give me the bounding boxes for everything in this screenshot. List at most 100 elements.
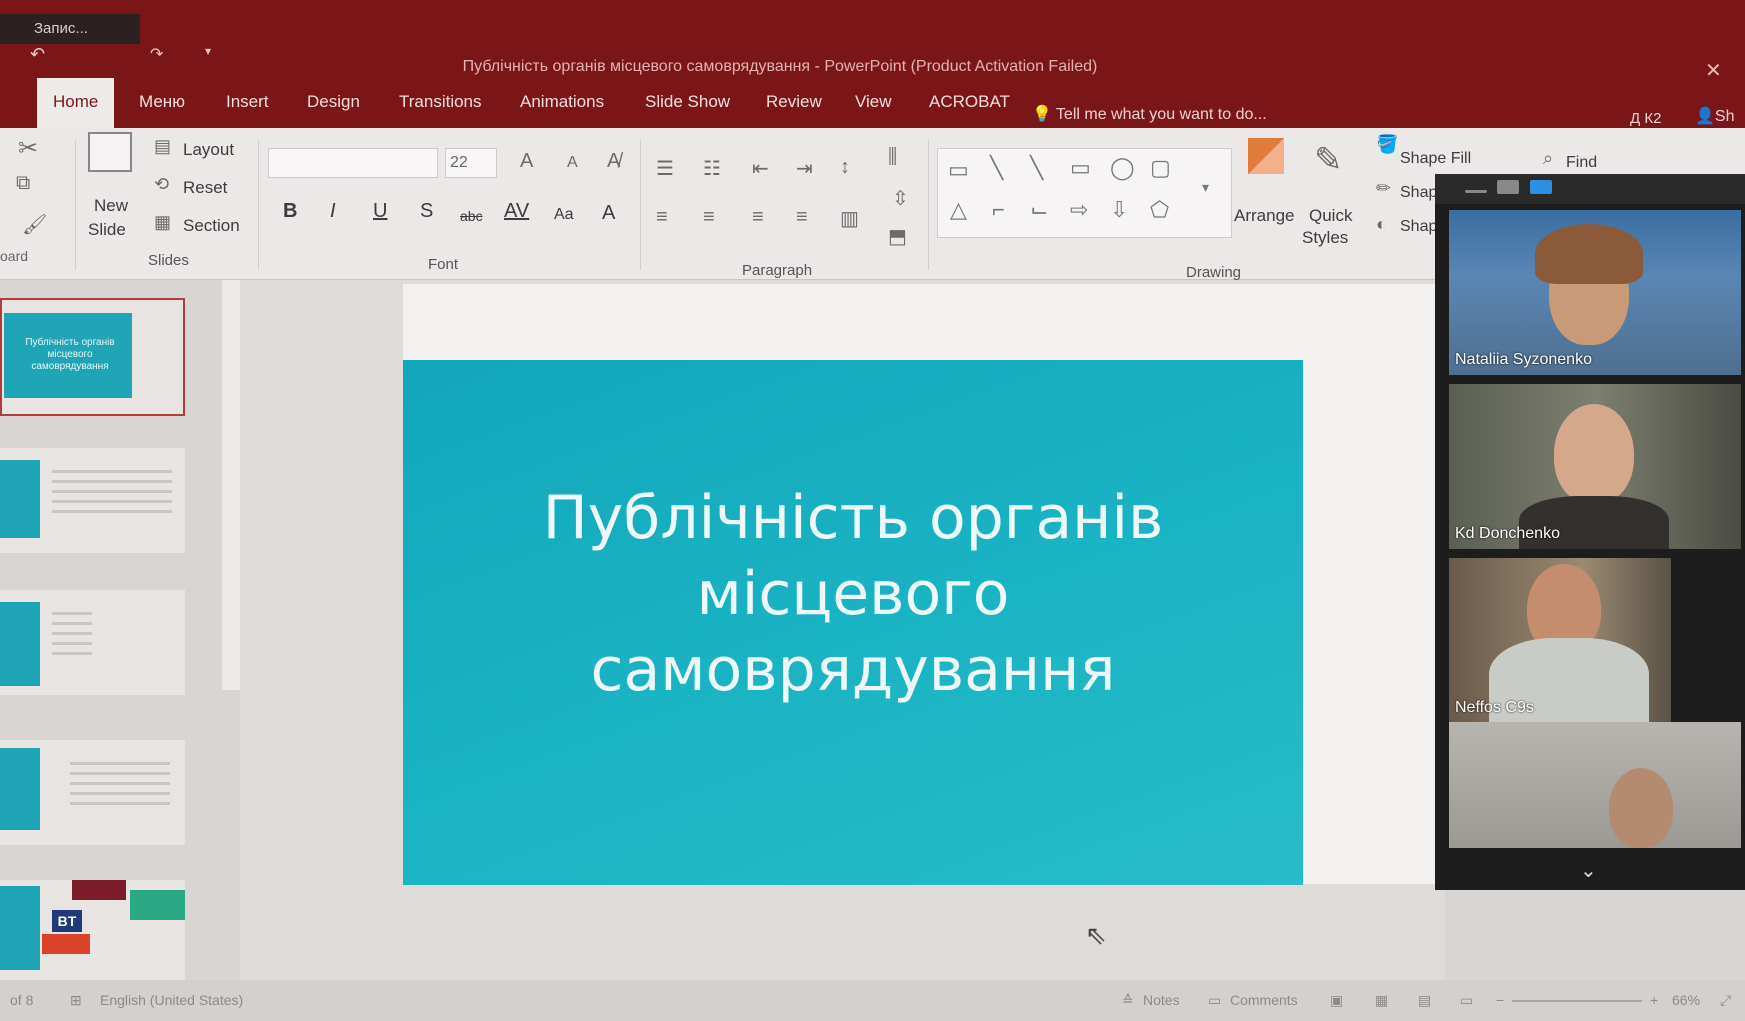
text-box-shape-icon[interactable]: ▭ xyxy=(948,157,969,183)
tell-me-search[interactable]: 💡 Tell me what you want to do... xyxy=(1032,104,1267,124)
zoom-in-icon[interactable]: + xyxy=(1650,992,1658,1008)
participant-video-1[interactable]: Nataliia Syzonenko xyxy=(1449,210,1741,375)
freeform-shape-icon[interactable]: ⬠ xyxy=(1150,197,1169,223)
numbering-icon[interactable]: ☷ xyxy=(703,156,721,181)
participant-video-2[interactable]: Kd Donchenko xyxy=(1449,384,1741,549)
more-shapes-icon[interactable]: ▾ xyxy=(1202,179,1209,196)
format-painter-icon[interactable]: 🖌 xyxy=(22,212,47,237)
grow-font-icon[interactable]: A xyxy=(520,150,533,173)
speaker-view-icon[interactable] xyxy=(1530,180,1552,194)
increase-indent-icon[interactable]: ⇥ xyxy=(796,156,813,181)
slide-sorter-icon[interactable]: ▦ xyxy=(1375,992,1388,1009)
text-direction-icon[interactable]: ⫼ xyxy=(888,146,897,169)
tab-insert[interactable]: Insert xyxy=(226,92,269,112)
chevron-down-icon[interactable]: ⌄ xyxy=(1580,858,1597,883)
right-arrow-shape-icon[interactable]: ⇨ xyxy=(1070,197,1088,223)
shapes-gallery[interactable]: ▭ ╲ ╲ ▭ ◯ ▢ △ ⌐ ⌙ ⇨ ⇩ ⬠ ▾ xyxy=(937,148,1232,238)
tab-animations[interactable]: Animations xyxy=(520,92,604,112)
align-right-icon[interactable]: ≡ xyxy=(752,206,764,229)
new-slide-button-line2[interactable]: Slide xyxy=(88,220,126,240)
arrow-line-shape-icon[interactable]: ╲ xyxy=(1030,155,1043,181)
shadow-button[interactable]: S xyxy=(420,200,433,223)
slideshow-icon[interactable]: ▭ xyxy=(1460,992,1473,1009)
normal-view-icon[interactable]: ▣ xyxy=(1330,992,1343,1009)
elbow-connector-shape-icon[interactable]: ⌐ xyxy=(992,197,1005,223)
oval-shape-icon[interactable]: ◯ xyxy=(1110,155,1135,181)
strikethrough-button[interactable]: abc xyxy=(460,208,483,224)
font-name-input[interactable] xyxy=(268,148,438,178)
notes-button[interactable]: Notes xyxy=(1143,992,1180,1008)
rectangle-shape-icon[interactable]: ▭ xyxy=(1070,155,1091,181)
reset-button[interactable]: Reset xyxy=(183,178,227,198)
slide-thumbnail-4[interactable] xyxy=(0,740,185,845)
tab-review[interactable]: Review xyxy=(766,92,822,112)
tab-acrobat[interactable]: ACROBAT xyxy=(929,92,1010,112)
spellcheck-icon[interactable]: ⊞ xyxy=(70,992,82,1009)
character-spacing-button[interactable]: AV xyxy=(504,200,529,223)
zoom-level[interactable]: 66% xyxy=(1672,992,1700,1008)
participant-video-4[interactable] xyxy=(1449,722,1741,848)
align-text-icon[interactable]: ⇳ xyxy=(892,186,909,211)
layout-button[interactable]: Layout xyxy=(183,140,234,160)
slide-thumbnail-5[interactable]: BT xyxy=(0,880,185,980)
copy-icon[interactable]: ⧉ xyxy=(16,172,30,195)
italic-button[interactable]: I xyxy=(330,200,336,223)
clear-formatting-icon[interactable]: A̸ xyxy=(607,150,620,173)
find-button[interactable]: Find xyxy=(1566,154,1597,172)
elbow-arrow-shape-icon[interactable]: ⌙ xyxy=(1030,197,1048,223)
shape-fill-button[interactable]: Shape Fill xyxy=(1400,150,1471,168)
font-color-button[interactable]: A xyxy=(602,202,615,225)
reading-view-icon[interactable]: ▤ xyxy=(1418,992,1431,1009)
user-name[interactable]: Д К2 xyxy=(1630,110,1661,127)
tab-view[interactable]: View xyxy=(855,92,892,112)
slide-title[interactable]: Публічність органів місцевого самоврядув… xyxy=(403,480,1303,708)
line-spacing-icon[interactable]: ↕ xyxy=(840,156,850,179)
change-case-button[interactable]: Aa xyxy=(554,206,574,224)
minimize-icon[interactable] xyxy=(1465,190,1487,193)
down-arrow-shape-icon[interactable]: ⇩ xyxy=(1110,197,1128,223)
underline-button[interactable]: U xyxy=(373,200,387,223)
quick-styles-line1[interactable]: Quick xyxy=(1309,206,1352,226)
share-button[interactable]: 👤Sh xyxy=(1695,106,1735,126)
tab-menu[interactable]: Меню xyxy=(139,92,185,112)
font-size-input[interactable]: 22 xyxy=(445,148,497,178)
tab-transitions[interactable]: Transitions xyxy=(399,92,482,112)
current-slide[interactable]: Публічність органів місцевого самоврядув… xyxy=(403,360,1303,885)
slide-thumbnail-1[interactable]: Публічність органів місцевого самоврядув… xyxy=(0,298,185,416)
smartart-icon[interactable]: ⬒ xyxy=(888,224,907,249)
comments-button[interactable]: Comments xyxy=(1230,992,1298,1008)
language[interactable]: English (United States) xyxy=(100,992,243,1008)
cut-icon[interactable]: ✂ xyxy=(18,134,38,163)
participant-video-3[interactable]: Neffos C9s xyxy=(1449,558,1671,723)
quick-access-dropdown-icon[interactable]: ▾ xyxy=(205,44,211,58)
line-shape-icon[interactable]: ╲ xyxy=(990,155,1003,181)
decrease-indent-icon[interactable]: ⇤ xyxy=(752,156,769,181)
participant-face xyxy=(1609,768,1673,848)
shrink-font-icon[interactable]: A xyxy=(567,154,578,172)
zoom-out-icon[interactable]: − xyxy=(1496,992,1504,1008)
arrange-icon[interactable] xyxy=(1248,138,1284,174)
tab-slide-show[interactable]: Slide Show xyxy=(645,92,730,112)
section-button[interactable]: Section xyxy=(183,216,240,236)
rounded-rectangle-shape-icon[interactable]: ▢ xyxy=(1150,155,1171,181)
justify-icon[interactable]: ≡ xyxy=(796,206,808,229)
tab-home[interactable]: Home xyxy=(37,78,115,128)
slide-thumbnail-3[interactable] xyxy=(0,590,185,695)
triangle-shape-icon[interactable]: △ xyxy=(950,197,967,223)
quick-styles-line2[interactable]: Styles xyxy=(1302,228,1348,248)
bullets-icon[interactable]: ☰ xyxy=(656,156,674,181)
columns-icon[interactable]: ▥ xyxy=(840,206,859,231)
bold-button[interactable]: B xyxy=(283,200,297,223)
new-slide-icon[interactable] xyxy=(88,132,132,172)
quick-styles-icon[interactable]: ✎ xyxy=(1314,140,1343,180)
new-slide-button-line1[interactable]: New xyxy=(94,196,128,216)
slide-thumbnail-2[interactable] xyxy=(0,448,185,553)
tab-design[interactable]: Design xyxy=(307,92,360,112)
arrange-button[interactable]: Arrange xyxy=(1234,206,1294,226)
align-left-icon[interactable]: ≡ xyxy=(656,206,668,229)
zoom-slider[interactable] xyxy=(1512,1000,1642,1002)
thumbnails-scrollbar[interactable] xyxy=(222,280,240,690)
fit-to-window-icon[interactable]: ⤢ xyxy=(1720,992,1731,1009)
align-center-icon[interactable]: ≡ xyxy=(703,206,715,229)
gallery-view-icon[interactable] xyxy=(1497,180,1519,194)
